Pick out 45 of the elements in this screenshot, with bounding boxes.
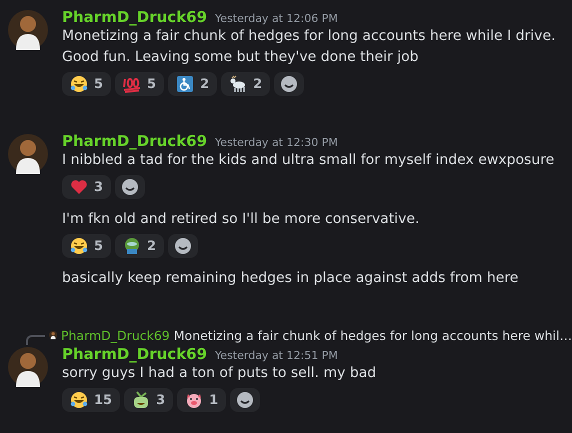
timestamp: Yesterday at 12:30 PM	[215, 136, 338, 149]
plant-emoji-icon	[132, 391, 150, 409]
laughing-emoji-icon	[70, 75, 88, 93]
reaction-button[interactable]: 3	[124, 388, 174, 412]
message-text: Monetizing a fair chunk of hedges for long accounts here while I drive. Good fun. Leaving some but they've done their job	[62, 27, 557, 67]
message-text: I'm fkn old and retired so I'll be more conservative.	[62, 210, 420, 229]
reaction-button[interactable]: 2	[115, 234, 164, 258]
avatar-image	[8, 10, 48, 50]
laughing-emoji-icon	[70, 237, 88, 255]
reply-connector-line	[26, 335, 45, 345]
smiley-icon	[174, 237, 192, 255]
timestamp: Yesterday at 12:06 PM	[215, 12, 338, 25]
add-reaction-button[interactable]	[274, 72, 304, 96]
add-reaction-button[interactable]	[115, 175, 146, 199]
timestamp: Yesterday at 12:51 PM	[215, 349, 338, 362]
goat-emoji-icon	[229, 75, 248, 93]
pig-emoji-icon	[185, 391, 204, 409]
reaction-button[interactable]: 2	[168, 72, 218, 96]
smiley-icon	[280, 75, 298, 93]
hundred-emoji-icon	[123, 75, 142, 93]
avatar-image	[8, 134, 48, 174]
avatar-image	[8, 347, 48, 387]
message-text: basically keep remaining hedges in place against adds from here	[62, 269, 520, 288]
add-reaction-button[interactable]	[168, 234, 198, 258]
reaction-button[interactable]: 1	[177, 388, 226, 412]
add-reaction-button[interactable]	[230, 388, 260, 412]
heart-emoji-icon	[70, 178, 88, 196]
avatar-image	[48, 328, 57, 342]
wheelchair-emoji-icon	[176, 75, 194, 93]
reaction-button[interactable]: 5	[115, 72, 164, 96]
reaction-button[interactable]: 3	[62, 175, 112, 199]
username[interactable]: PharmD_Druck69	[62, 345, 208, 363]
smiley-icon	[236, 391, 254, 409]
reaction-button[interactable]: 5	[62, 234, 112, 258]
reply-username[interactable]: PharmD_Druck69	[60, 328, 170, 342]
reply-preview[interactable]: Monetizing a fair chunk of hedges for long accounts here whil…	[174, 328, 572, 342]
smiley-icon	[121, 178, 140, 196]
username[interactable]: PharmD_Druck69	[62, 132, 208, 150]
reaction-button[interactable]: 15	[62, 388, 120, 412]
username[interactable]: PharmD_Druck69	[62, 8, 208, 26]
reaction-button[interactable]: 2	[221, 72, 270, 96]
message-text: I nibbled a tad for the kids and ultra small for myself index ewxposure	[62, 151, 556, 170]
laughing-emoji-icon	[70, 391, 88, 409]
message-text: sorry guys I had a ton of puts to sell. my bad	[62, 364, 378, 383]
reaction-button[interactable]: 5	[62, 72, 112, 96]
